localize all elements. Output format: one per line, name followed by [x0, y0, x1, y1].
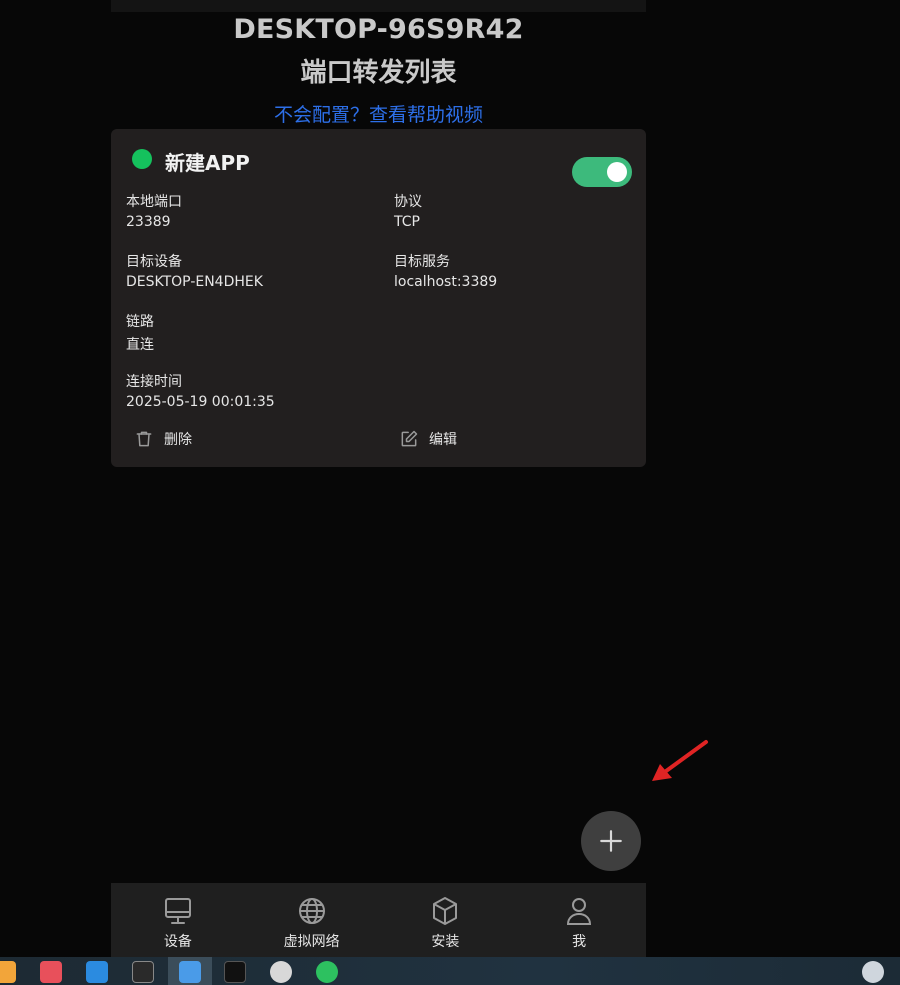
help-video-link[interactable]: 不会配置？查看帮助视频 [111, 100, 646, 127]
taskbar-wechat-icon[interactable] [316, 961, 338, 983]
plus-icon [600, 830, 622, 852]
nav-item-me[interactable]: 我 [512, 883, 646, 957]
enable-toggle[interactable] [572, 157, 632, 187]
delete-button[interactable]: 删除 [134, 429, 192, 449]
local-port-value: 23389 [126, 214, 171, 230]
nav-item-install[interactable]: 安装 [379, 883, 513, 957]
globe-icon [298, 898, 325, 924]
connect-time-label: 连接时间 [126, 374, 182, 390]
target-device-label: 目标设备 [126, 254, 182, 270]
red-arrow-annotation [652, 740, 708, 781]
taskbar-terminal-icon[interactable] [132, 961, 154, 983]
taskbar-app-icon[interactable] [86, 961, 108, 983]
user-icon [567, 898, 592, 925]
delete-label: 删除 [164, 432, 192, 448]
target-device-value: DESKTOP-EN4DHEK [126, 274, 263, 290]
app-window: DESKTOP-96S9R42 端口转发列表 不会配置？查看帮助视频 新建APP… [0, 0, 900, 985]
taskbar-chat-icon[interactable] [270, 961, 292, 983]
taskbar-start-icon[interactable] [0, 961, 16, 983]
local-port-label: 本地端口 [126, 194, 182, 210]
trash-icon [136, 431, 152, 447]
nav-label-devices: 设备 [163, 934, 192, 950]
nav-item-virtual-network[interactable]: 虚拟网络 [245, 883, 379, 957]
port-forward-card: 新建APP 本地端口 23389 协议 TCP 目标设备 DESKTOP-EN4… [111, 129, 646, 467]
nav-label-me: 我 [572, 934, 587, 950]
edit-button[interactable]: 编辑 [399, 429, 457, 449]
taskbar-app-icon[interactable] [224, 961, 246, 983]
host-title: DESKTOP-96S9R42 [233, 14, 524, 45]
page-title: 端口转发列表 [300, 58, 457, 88]
monitor-icon [164, 898, 191, 924]
edit-label: 编辑 [429, 432, 457, 448]
app-name: 新建APP [165, 151, 250, 175]
taskbar-app-icon[interactable] [40, 961, 62, 983]
taskbar-app-icon[interactable] [179, 961, 201, 983]
nav-label-virtual-network: 虚拟网络 [283, 934, 340, 950]
bottom-nav: 设备 虚拟网络 安装 我 [111, 883, 646, 957]
taskbar-weather-icon[interactable] [862, 961, 884, 983]
target-service-label: 目标服务 [394, 254, 450, 270]
toggle-knob [607, 162, 627, 182]
link-label: 链路 [126, 314, 154, 330]
target-service-value: localhost:3389 [394, 274, 498, 290]
status-dot [132, 149, 152, 169]
protocol-value: TCP [394, 214, 420, 230]
nav-label-install: 安装 [431, 934, 460, 950]
add-forward-button[interactable] [581, 811, 641, 871]
top-strip [111, 0, 646, 12]
protocol-label: 协议 [394, 194, 422, 210]
connect-time-value: 2025-05-19 00:01:35 [126, 394, 275, 410]
link-value: 直连 [126, 337, 154, 353]
taskbar [0, 957, 900, 985]
nav-item-devices[interactable]: 设备 [111, 883, 245, 957]
package-icon [433, 897, 458, 925]
edit-icon [401, 430, 418, 447]
